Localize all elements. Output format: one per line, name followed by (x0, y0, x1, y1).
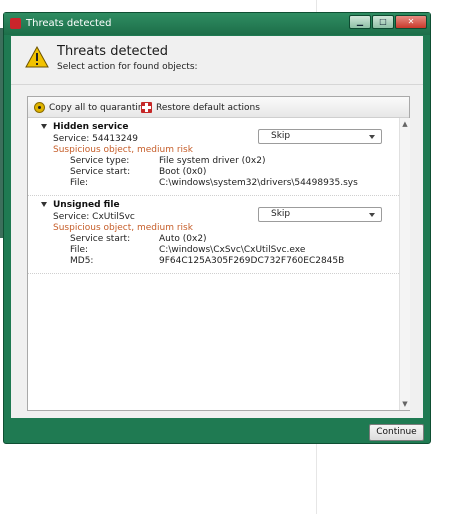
detail-value: Auto (0x2) (159, 234, 207, 244)
detail-key: Service start: (70, 234, 131, 244)
threats-window: Threats detected ▁ □ ✕ Threats detected … (3, 12, 431, 444)
scroll-down-icon[interactable]: ▼ (400, 399, 410, 409)
detail-value: 9F64C125A305F269DC732F760EC2845B (159, 256, 345, 266)
detail-value: C:\windows\CxSvc\CxUtilSvc.exe (159, 245, 306, 255)
header-title: Threats detected (57, 44, 169, 59)
restore-defaults-button[interactable]: Restore default actions (141, 100, 260, 115)
minimize-button[interactable]: ▁ (349, 15, 371, 29)
app-icon (10, 18, 21, 29)
action-select-value: Skip (271, 131, 291, 141)
detail-value: C:\windows\system32\drivers\54498935.sys (159, 178, 358, 188)
header: Threats detected Select action for found… (11, 36, 423, 84)
detail-key: File: (70, 178, 89, 188)
action-select[interactable]: Skip (258, 207, 382, 222)
scroll-up-icon[interactable]: ▲ (400, 119, 410, 129)
action-select[interactable]: Skip (258, 129, 382, 144)
window-title: Threats detected (26, 18, 112, 29)
collapse-arrow-icon[interactable] (41, 202, 47, 207)
copy-to-quarantine-button[interactable]: Copy all to quarantine (34, 100, 149, 115)
restore-icon (141, 102, 152, 113)
threat-title: Hidden service (53, 122, 129, 132)
window-content: Threats detected Select action for found… (11, 36, 423, 418)
quarantine-icon (34, 102, 45, 113)
continue-button[interactable]: Continue (369, 424, 424, 441)
chevron-down-icon (369, 135, 375, 139)
header-subtitle: Select action for found objects: (57, 62, 198, 72)
copy-to-quarantine-label: Copy all to quarantine (49, 102, 150, 113)
close-button[interactable]: ✕ (395, 15, 427, 29)
warning-icon (25, 45, 49, 68)
maximize-button[interactable]: □ (372, 15, 394, 29)
detail-value: File system driver (0x2) (159, 156, 266, 166)
threat-item-unsigned-file: Unsigned file Service: CxUtilSvc Suspici… (28, 196, 399, 274)
detail-value: Boot (0x0) (159, 167, 207, 177)
threat-risk: Suspicious object, medium risk (53, 145, 193, 155)
detail-key: File: (70, 245, 89, 255)
threat-title: Unsigned file (53, 200, 120, 210)
threat-item-hidden-service: Hidden service Service: 54413249 Suspici… (28, 118, 399, 196)
threat-service: Service: 54413249 (53, 134, 138, 144)
header-divider (11, 84, 423, 85)
action-toolbar: Copy all to quarantine Restore default a… (28, 97, 409, 118)
chevron-down-icon (369, 213, 375, 217)
threat-list: Hidden service Service: 54413249 Suspici… (28, 118, 399, 410)
collapse-arrow-icon[interactable] (41, 124, 47, 129)
threat-risk: Suspicious object, medium risk (53, 223, 193, 233)
threat-service: Service: CxUtilSvc (53, 212, 135, 222)
detail-key: Service type: (70, 156, 130, 166)
action-select-value: Skip (271, 209, 291, 219)
detail-key: MD5: (70, 256, 94, 266)
detail-key: Service start: (70, 167, 131, 177)
vertical-scrollbar[interactable]: ▲ ▼ (399, 118, 410, 410)
title-bar[interactable]: Threats detected ▁ □ ✕ (4, 13, 430, 35)
restore-defaults-label: Restore default actions (156, 102, 260, 113)
threats-panel: Copy all to quarantine Restore default a… (27, 96, 410, 411)
